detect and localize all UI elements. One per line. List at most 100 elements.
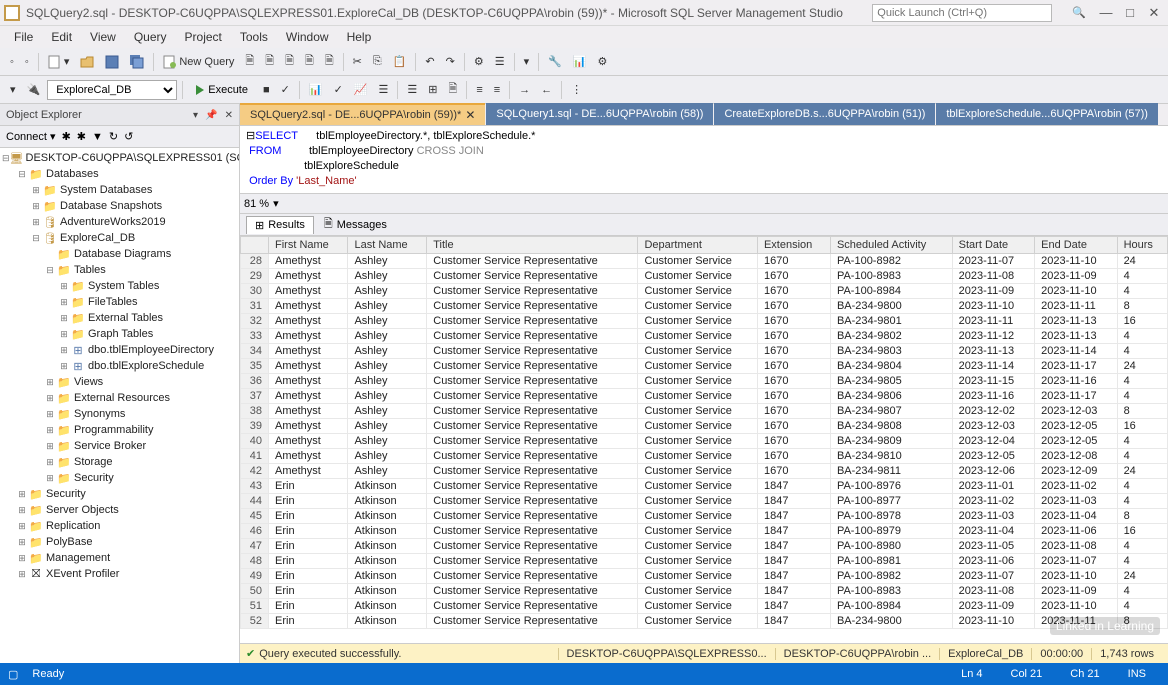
search-icon[interactable]: 🔍 <box>1072 6 1086 19</box>
column-header[interactable]: Department <box>638 237 758 254</box>
server-objects-node[interactable]: ⊞📁Server Objects <box>2 502 237 518</box>
service-broker-node[interactable]: ⊞📁Service Broker <box>2 438 237 454</box>
cut-button[interactable]: ✂ <box>349 53 366 70</box>
menu-project[interactable]: Project <box>177 28 230 46</box>
programmability-node[interactable]: ⊞📁Programmability <box>2 422 237 438</box>
tab-sqlquery2[interactable]: SQLQuery2.sql - DE...6UQPPA\robin (59))*… <box>240 103 485 125</box>
table-row[interactable]: 36AmethystAshleyCustomer Service Represe… <box>241 374 1168 389</box>
include-stats-button[interactable]: 📈 <box>350 81 372 98</box>
minimize-button[interactable]: — <box>1096 4 1116 22</box>
table-row[interactable]: 43ErinAtkinsonCustomer Service Represent… <box>241 479 1168 494</box>
nav-fwd-button[interactable]: ◦ <box>21 54 33 70</box>
table-row[interactable]: 48ErinAtkinsonCustomer Service Represent… <box>241 554 1168 569</box>
storage-node[interactable]: ⊞📁Storage <box>2 454 237 470</box>
menu-help[interactable]: Help <box>339 28 380 46</box>
redo-button[interactable]: ↷ <box>442 53 459 70</box>
databases-node[interactable]: ⊟📁Databases <box>2 166 237 182</box>
tables-node[interactable]: ⊟📁Tables <box>2 262 237 278</box>
management-node[interactable]: ⊞📁Management <box>2 550 237 566</box>
tools-button[interactable]: 🔧 <box>544 53 566 70</box>
tab-tblexplore[interactable]: tblExploreSchedule...6UQPPA\robin (57)) <box>936 103 1158 125</box>
table-row[interactable]: 31AmethystAshleyCustomer Service Represe… <box>241 299 1168 314</box>
quick-launch-input[interactable] <box>872 4 1052 22</box>
toolbox-button[interactable]: ▾ <box>520 53 534 70</box>
table-row[interactable]: 29AmethystAshleyCustomer Service Represe… <box>241 269 1168 284</box>
column-header[interactable] <box>241 237 269 254</box>
zoom-dropdown-icon[interactable]: ▾ <box>273 197 279 210</box>
xevent-node[interactable]: ⊞⛝XEvent Profiler <box>2 566 237 582</box>
column-header[interactable]: Start Date <box>952 237 1034 254</box>
xmla-query-button[interactable]: 🗎 <box>321 50 338 73</box>
column-header[interactable]: End Date <box>1035 237 1117 254</box>
external-tables-node[interactable]: ⊞📁External Tables <box>2 310 237 326</box>
database-diagrams-node[interactable]: 📁Database Diagrams <box>2 246 237 262</box>
system-tables-node[interactable]: ⊞📁System Tables <box>2 278 237 294</box>
results-to-grid-button[interactable]: ⊞ <box>424 81 441 98</box>
table-row[interactable]: 32AmethystAshleyCustomer Service Represe… <box>241 314 1168 329</box>
table-row[interactable]: 35AmethystAshleyCustomer Service Represe… <box>241 359 1168 374</box>
dmx-query-button[interactable]: 🗎 <box>301 50 318 73</box>
uncomment-button[interactable]: ≡ <box>490 82 504 98</box>
column-header[interactable]: Last Name <box>348 237 427 254</box>
new-project-button[interactable]: ▾ <box>44 53 74 71</box>
menu-edit[interactable]: Edit <box>43 28 80 46</box>
close-button[interactable]: ✕ <box>1144 4 1164 22</box>
tbl-schedule-node[interactable]: ⊞⊞dbo.tblExploreSchedule <box>2 358 237 374</box>
parse-button[interactable]: ✓ <box>277 81 294 98</box>
results-grid[interactable]: First NameLast NameTitleDepartmentExtens… <box>240 236 1168 643</box>
table-row[interactable]: 38AmethystAshleyCustomer Service Represe… <box>241 404 1168 419</box>
results-to-file-button[interactable]: 🗎 <box>444 78 461 101</box>
table-row[interactable]: 33AmethystAshleyCustomer Service Represe… <box>241 329 1168 344</box>
polybase-node[interactable]: ⊞📁PolyBase <box>2 534 237 550</box>
table-row[interactable]: 30AmethystAshleyCustomer Service Represe… <box>241 284 1168 299</box>
options-button[interactable]: ⚙ <box>594 53 612 70</box>
menu-window[interactable]: Window <box>278 28 337 46</box>
menu-query[interactable]: Query <box>126 28 175 46</box>
tab-close-icon[interactable]: ✕ <box>465 108 475 122</box>
views-node[interactable]: ⊞📁Views <box>2 374 237 390</box>
paste-button[interactable]: 📋 <box>389 53 411 70</box>
table-row[interactable]: 41AmethystAshleyCustomer Service Represe… <box>241 449 1168 464</box>
use-db-button[interactable]: ▾ <box>6 81 20 98</box>
security-node[interactable]: ⊞📁Security <box>2 486 237 502</box>
include-plan-button[interactable]: ✓ <box>330 81 347 98</box>
sqlcmd-button[interactable]: ☰ <box>374 81 392 98</box>
change-conn-button[interactable]: 🔌 <box>23 81 45 98</box>
file-tables-node[interactable]: ⊞📁FileTables <box>2 294 237 310</box>
execute-button[interactable]: Execute <box>188 82 256 98</box>
table-row[interactable]: 39AmethystAshleyCustomer Service Represe… <box>241 419 1168 434</box>
oe-dropdown-icon[interactable]: ▾ <box>193 110 198 121</box>
database-selector[interactable]: ExploreCal_DB <box>47 80 177 100</box>
specify-values-button[interactable]: ⋮ <box>567 81 586 98</box>
indent-button[interactable]: → <box>515 82 534 98</box>
table-row[interactable]: 44ErinAtkinsonCustomer Service Represent… <box>241 494 1168 509</box>
oe-refresh-icon[interactable]: ↻ <box>109 130 118 143</box>
explorecal-node[interactable]: ⊟🛢ExploreCal_DB <box>2 230 237 246</box>
oe-stop-icon[interactable]: ✱ <box>77 130 86 143</box>
undo-button[interactable]: ↶ <box>421 53 438 70</box>
oe-sync-icon[interactable]: ↺ <box>124 130 133 143</box>
security-db-node[interactable]: ⊞📁Security <box>2 470 237 486</box>
messages-tab[interactable]: 🗎Messages <box>316 213 395 236</box>
table-row[interactable]: 28AmethystAshleyCustomer Service Represe… <box>241 254 1168 269</box>
save-button[interactable] <box>101 53 123 71</box>
properties-button[interactable]: ⚙ <box>470 53 488 70</box>
column-header[interactable]: Title <box>427 237 638 254</box>
adventureworks-node[interactable]: ⊞🛢AdventureWorks2019 <box>2 214 237 230</box>
table-row[interactable]: 34AmethystAshleyCustomer Service Represe… <box>241 344 1168 359</box>
zoom-value[interactable]: 81 % <box>244 198 269 210</box>
table-row[interactable]: 49ErinAtkinsonCustomer Service Represent… <box>241 569 1168 584</box>
tbl-employee-node[interactable]: ⊞⊞dbo.tblEmployeeDirectory <box>2 342 237 358</box>
mdx-query-button[interactable]: 🗎 <box>281 50 298 73</box>
external-resources-node[interactable]: ⊞📁External Resources <box>2 390 237 406</box>
table-row[interactable]: 42AmethystAshleyCustomer Service Represe… <box>241 464 1168 479</box>
table-row[interactable]: 52ErinAtkinsonCustomer Service Represent… <box>241 614 1168 629</box>
column-header[interactable]: Hours <box>1117 237 1167 254</box>
menu-view[interactable]: View <box>82 28 124 46</box>
new-query-button[interactable]: New Query <box>159 53 238 71</box>
db-engine-query-button[interactable]: 🗎 <box>241 50 258 73</box>
open-button[interactable] <box>76 53 98 71</box>
oe-disconnect-icon[interactable]: ✱ <box>62 130 71 143</box>
nav-back-button[interactable]: ◦ <box>6 54 18 70</box>
column-header[interactable]: First Name <box>269 237 348 254</box>
